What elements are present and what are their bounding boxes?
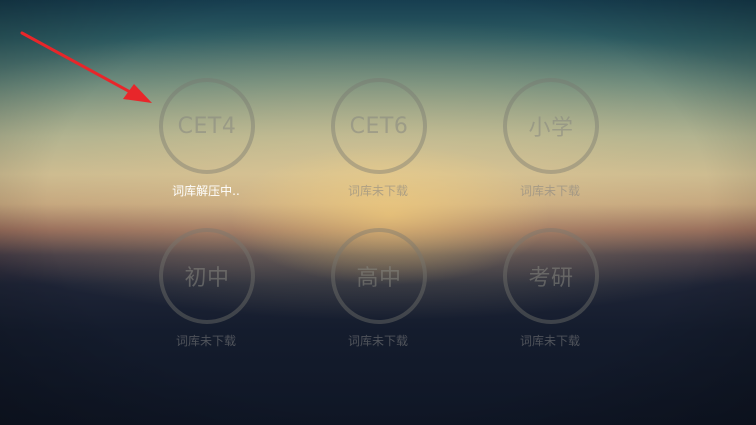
red-arrow-pointer-icon: [20, 31, 152, 103]
